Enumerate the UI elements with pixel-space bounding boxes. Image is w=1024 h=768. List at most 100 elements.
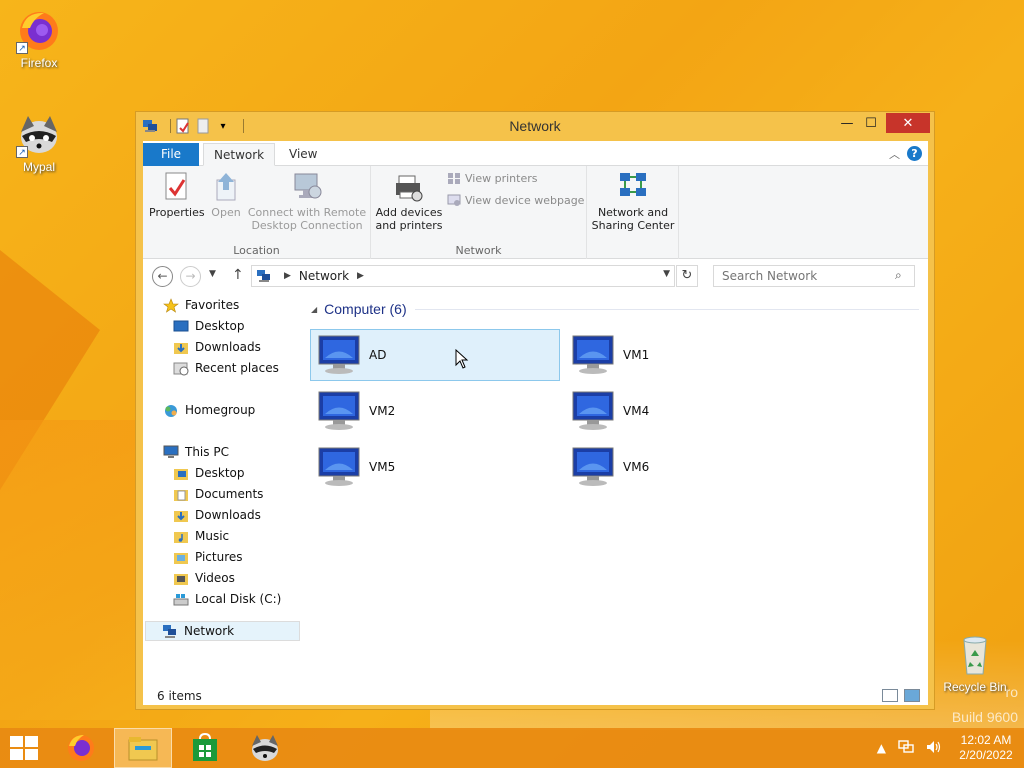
ribbon-tabs: File Network View ︿ ? [143, 141, 928, 166]
minimize-button[interactable]: — [834, 113, 860, 133]
computer-item-vm1[interactable]: VM1 [565, 329, 815, 381]
tab-network[interactable]: Network [203, 143, 276, 166]
desktop-icon-mypal[interactable]: ↗ Mypal [4, 112, 74, 174]
nav-item-pc-pictures[interactable]: Pictures [173, 547, 243, 567]
desktop-icon-firefox[interactable]: ↗ Firefox [4, 8, 74, 70]
view-device-webpage-label: View device webpage [465, 194, 585, 207]
computer-item-vm6[interactable]: VM6 [565, 441, 815, 493]
large-icons-view-icon[interactable] [904, 689, 920, 702]
taskbar-store[interactable] [176, 728, 234, 768]
nav-item-pc-music[interactable]: Music [173, 526, 229, 546]
taskbar-firefox[interactable] [52, 728, 110, 768]
downloads-folder-icon [173, 508, 189, 523]
desktop-icon-label: Firefox [20, 56, 58, 70]
computer-icon [569, 389, 619, 433]
forward-button[interactable]: → [180, 266, 201, 287]
watermark-line-1: ro [1005, 684, 1018, 700]
view-device-webpage-button[interactable]: View device webpage [447, 194, 584, 207]
window-title: Network [509, 118, 561, 134]
downloads-folder-icon [173, 340, 189, 355]
system-tray: ▲ 12:02 AM 2/20/2022 [871, 728, 1024, 768]
desktop-icon-recycle-bin[interactable]: Recycle Bin [940, 632, 1010, 694]
firefox-icon: ↗ [16, 8, 62, 54]
view-printers-button[interactable]: View printers [447, 172, 537, 185]
taskbar-mypal[interactable] [236, 728, 294, 768]
group-header-computer[interactable]: ◢ Computer (6) [311, 301, 919, 317]
desktop-folder-icon [173, 466, 189, 481]
taskbar-file-explorer[interactable] [114, 728, 172, 768]
computer-item-vm2[interactable]: VM2 [311, 385, 561, 437]
network-icon [256, 269, 272, 283]
mouse-cursor-icon [455, 349, 469, 369]
nav-item-local-disk[interactable]: Local Disk (C:) [173, 589, 281, 609]
computer-name: VM6 [623, 460, 650, 474]
item-count: 6 items [157, 689, 202, 703]
nav-item-pc-videos[interactable]: Videos [173, 568, 235, 588]
refresh-button[interactable]: ↻ [676, 265, 698, 287]
tab-view[interactable]: View [279, 143, 327, 166]
network-status-icon[interactable] [898, 739, 914, 757]
computer-icon [315, 389, 365, 433]
search-input[interactable] [713, 265, 915, 287]
shortcut-arrow-icon: ↗ [16, 146, 28, 158]
open-label: Open [211, 206, 241, 219]
file-explorer-icon [128, 737, 158, 761]
add-devices-button[interactable]: Add devices and printers [375, 170, 443, 232]
maximize-button[interactable]: ☐ [858, 113, 884, 133]
up-button[interactable]: ↑ [232, 267, 244, 283]
windows-logo-pane [10, 749, 23, 760]
close-button[interactable]: ✕ [886, 113, 930, 133]
properties-button[interactable]: Properties [149, 170, 205, 219]
nav-item-homegroup[interactable]: Homegroup [163, 400, 255, 420]
show-hidden-icons-icon[interactable]: ▲ [877, 741, 886, 755]
taskbar-clock[interactable]: 12:02 AM 2/20/2022 [956, 733, 1016, 763]
recent-locations-dropdown[interactable]: ▼ [209, 269, 216, 279]
ribbon-group-label: Network [455, 244, 502, 257]
nav-item-fav-downloads[interactable]: Downloads [173, 337, 261, 357]
add-devices-label-line-2: and printers [375, 219, 443, 232]
nav-item-favorites[interactable]: Favorites [163, 295, 239, 315]
details-view-icon[interactable] [882, 689, 898, 702]
address-bar[interactable]: ▶ Network ▶ ▼ [251, 265, 675, 287]
computer-name: AD [369, 348, 387, 362]
sharing-label-line-2: Sharing Center [591, 219, 675, 232]
back-button[interactable]: ← [152, 266, 173, 287]
search-icon[interactable]: ⌕ [895, 268, 902, 283]
computer-item-vm5[interactable]: VM5 [311, 441, 561, 493]
windows-logo-pane [10, 736, 23, 747]
nav-item-pc-downloads[interactable]: Downloads [173, 505, 261, 525]
nav-item-pc-documents[interactable]: Documents [173, 484, 263, 504]
help-icon[interactable]: ? [907, 146, 922, 161]
breadcrumb-arrow-icon[interactable]: ▶ [357, 271, 364, 281]
clock-date: 2/20/2022 [959, 748, 1013, 762]
title-bar[interactable]: ▾ Network — ☐ ✕ [136, 112, 934, 142]
remote-desktop-icon [291, 170, 323, 204]
breadcrumb-arrow-icon[interactable]: ▶ [284, 271, 291, 281]
nav-item-network[interactable]: Network [145, 621, 300, 641]
network-sharing-center-button[interactable]: Network and Sharing Center [589, 170, 677, 232]
address-dropdown-icon[interactable]: ▼ [663, 269, 670, 279]
recent-places-icon [173, 361, 189, 376]
nav-label: This PC [185, 445, 229, 459]
start-button[interactable] [10, 736, 38, 760]
computer-item-ad[interactable]: AD [310, 329, 560, 381]
computer-name: VM2 [369, 404, 396, 418]
computer-name: VM1 [623, 348, 650, 362]
computer-icon [315, 445, 365, 489]
nav-item-pc-desktop[interactable]: Desktop [173, 463, 245, 483]
nav-label: Favorites [185, 298, 240, 312]
nav-label: Desktop [195, 319, 245, 333]
nav-item-recent-places[interactable]: Recent places [173, 358, 279, 378]
volume-icon[interactable] [926, 740, 942, 757]
firefox-icon [68, 735, 94, 761]
music-folder-icon [173, 529, 189, 544]
breadcrumb-network[interactable]: Network [299, 269, 349, 283]
computer-item-vm4[interactable]: VM4 [565, 385, 815, 437]
collapse-triangle-icon[interactable]: ◢ [311, 305, 317, 314]
open-button[interactable]: Open [207, 170, 245, 219]
nav-item-this-pc[interactable]: This PC [163, 442, 229, 462]
tab-file[interactable]: File [143, 143, 199, 166]
connect-remote-desktop-button[interactable]: Connect with Remote Desktop Connection [247, 170, 367, 232]
nav-item-fav-desktop[interactable]: Desktop [173, 316, 245, 336]
ribbon-collapse-icon[interactable]: ︿ [889, 146, 900, 162]
